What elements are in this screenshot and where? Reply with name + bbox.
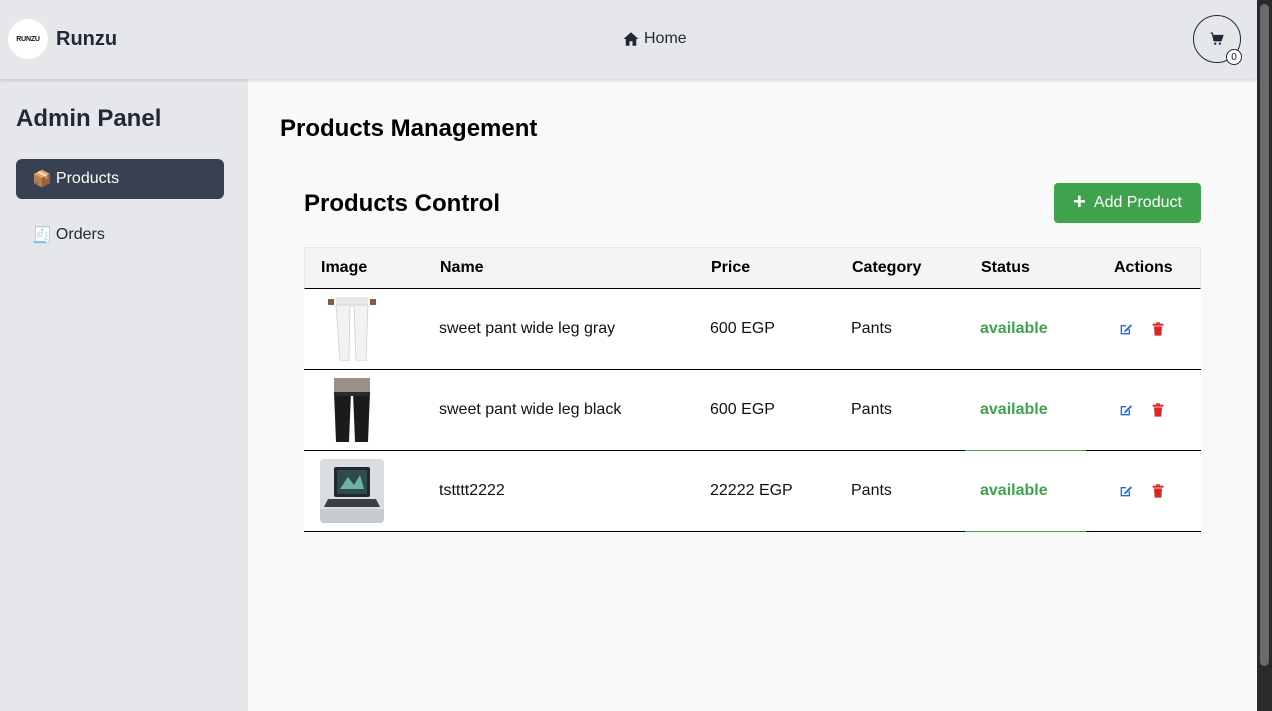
home-icon bbox=[623, 32, 639, 46]
product-category: Pants bbox=[851, 401, 892, 418]
sidebar-item-orders[interactable]: 🧾 Orders bbox=[16, 215, 224, 255]
package-icon: 📦 bbox=[32, 171, 52, 188]
page-title: Products Management bbox=[280, 115, 538, 142]
sidebar-title: Admin Panel bbox=[16, 105, 162, 132]
product-category: Pants bbox=[851, 482, 892, 499]
product-name: tstttt2222 bbox=[439, 482, 505, 499]
col-header-image: Image bbox=[321, 259, 368, 276]
delete-icon[interactable] bbox=[1150, 483, 1166, 499]
brand-name[interactable]: Runzu bbox=[56, 28, 117, 51]
product-price: 22222 EGP bbox=[710, 482, 793, 499]
product-category: Pants bbox=[851, 320, 892, 337]
product-image bbox=[320, 459, 384, 523]
col-header-actions: Actions bbox=[1114, 259, 1173, 276]
plus-icon: + bbox=[1073, 189, 1086, 214]
top-navbar: RUNZU Runzu Home 0 bbox=[0, 0, 1257, 79]
product-name: sweet pant wide leg gray bbox=[439, 320, 616, 337]
home-label: Home bbox=[644, 30, 687, 47]
sidebar-item-products[interactable]: 📦 Products bbox=[16, 159, 224, 199]
col-header-category: Category bbox=[852, 259, 922, 276]
table-header: Image Name Price Category Status Actions bbox=[304, 247, 1201, 289]
col-header-name: Name bbox=[440, 259, 484, 276]
status-badge: available bbox=[980, 401, 1048, 418]
edit-icon[interactable] bbox=[1118, 321, 1134, 337]
sidebar-item-label: Orders bbox=[55, 226, 105, 243]
main-content: Products Management Products Control + A… bbox=[248, 79, 1257, 711]
status-badge: available bbox=[980, 320, 1048, 337]
product-name: sweet pant wide leg black bbox=[439, 401, 622, 418]
scrollbar-thumb[interactable] bbox=[1260, 4, 1269, 666]
edit-icon[interactable] bbox=[1118, 402, 1134, 418]
edit-icon[interactable] bbox=[1118, 483, 1134, 499]
col-header-status: Status bbox=[981, 259, 1030, 276]
cart-icon bbox=[1210, 32, 1224, 45]
receipt-icon: 🧾 bbox=[32, 227, 52, 244]
product-price: 600 EGP bbox=[710, 320, 775, 337]
brand-logo[interactable]: RUNZU bbox=[8, 19, 48, 59]
sidebar-item-label: Products bbox=[55, 170, 120, 187]
admin-sidebar: Admin Panel 📦 Products 🧾 Orders bbox=[0, 79, 248, 711]
product-image bbox=[320, 297, 384, 361]
delete-icon[interactable] bbox=[1150, 402, 1166, 418]
product-price: 600 EGP bbox=[710, 401, 775, 418]
products-table: Image Name Price Category Status Actions bbox=[304, 247, 1201, 532]
product-image bbox=[320, 378, 384, 442]
page-scrollbar[interactable] bbox=[1257, 0, 1272, 711]
cart-count-badge: 0 bbox=[1226, 49, 1242, 65]
status-badge: available bbox=[980, 482, 1048, 499]
section-title: Products Control bbox=[304, 190, 500, 217]
cart-button[interactable]: 0 bbox=[1193, 15, 1242, 65]
col-header-price: Price bbox=[711, 259, 751, 276]
add-product-label: Add Product bbox=[1093, 194, 1182, 211]
logo-text: RUNZU bbox=[16, 35, 40, 43]
table-row: sweet pant wide leg gray 600 EGP Pants a… bbox=[304, 289, 1201, 370]
table-row: tstttt2222 22222 EGP Pants available bbox=[304, 451, 1201, 532]
delete-icon[interactable] bbox=[1150, 321, 1166, 337]
add-product-button[interactable]: + Add Product bbox=[1054, 183, 1201, 223]
home-link[interactable]: Home bbox=[622, 30, 687, 48]
table-row: sweet pant wide leg black 600 EGP Pants … bbox=[304, 370, 1201, 451]
